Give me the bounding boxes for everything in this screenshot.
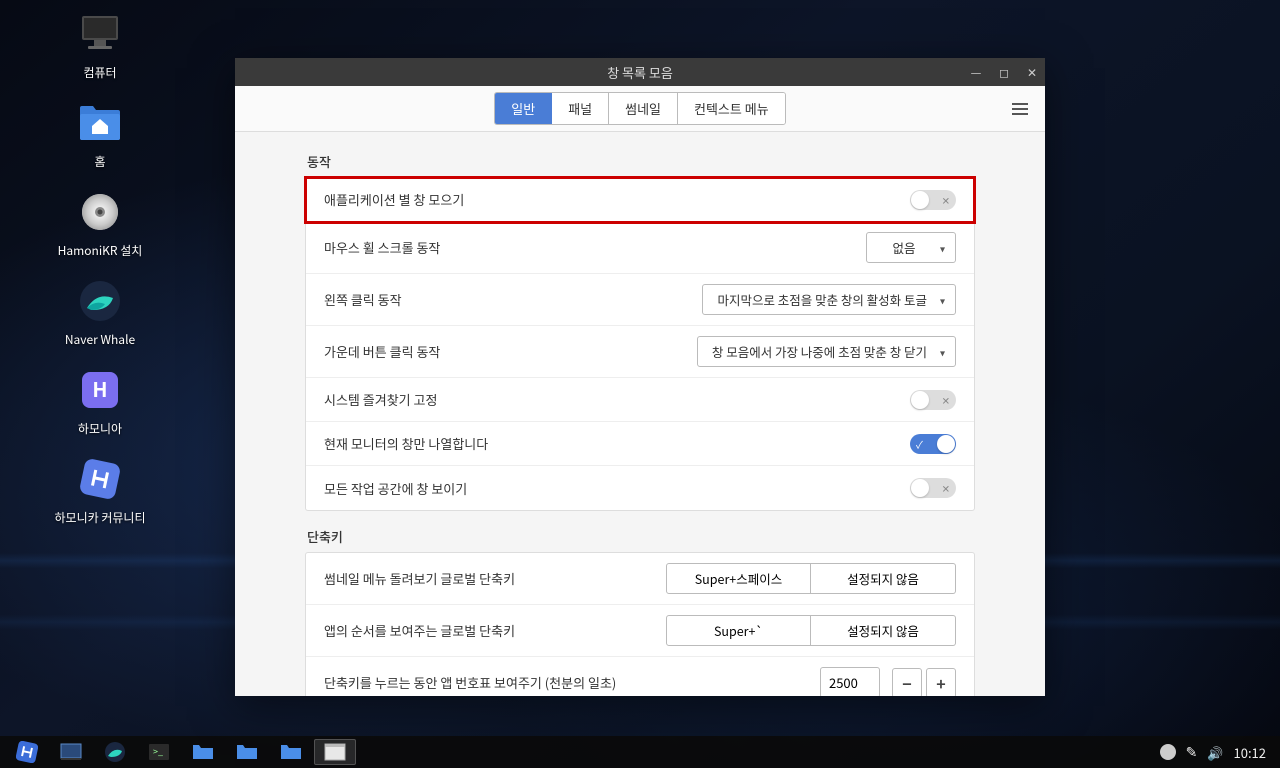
pin-favorites-toggle[interactable]: ✕ <box>910 390 956 410</box>
thumbnail-shortcut-key1[interactable]: Super+스페이스 <box>666 563 811 594</box>
taskbar-terminal[interactable]: >_ <box>138 739 180 765</box>
row-app-order-shortcut: 앱의 순서를 보여주는 글로벌 단축키 Super+` 설정되지 않음 <box>306 605 974 657</box>
desktop-icon-whale[interactable]: Naver Whale <box>35 277 165 348</box>
close-button[interactable]: ✕ <box>1025 64 1039 81</box>
taskbar-show-desktop[interactable] <box>50 739 92 765</box>
disc-icon <box>76 188 124 236</box>
window-title: 창 목록 모음 <box>607 63 673 82</box>
section-shortcuts-title: 단축키 <box>307 527 975 546</box>
system-tray: ✎ 🔊 10:12 <box>1160 742 1274 762</box>
monitor-icon <box>76 10 124 58</box>
row-thumbnail-shortcut: 썸네일 메뉴 돌려보기 글로벌 단축키 Super+스페이스 설정되지 않음 <box>306 553 974 605</box>
taskbar-settings-window[interactable] <box>314 739 356 765</box>
show-number-label: 단축키를 누르는 동안 앱 번호표 보여주기 (천분의 일초) <box>324 673 616 692</box>
taskbar: >_ ✎ 🔊 10:12 <box>0 736 1280 768</box>
tray-input-icon[interactable]: ✎ <box>1186 742 1198 762</box>
desktop-icon-installer[interactable]: HamoniKR 설치 <box>35 188 165 259</box>
thumbnail-shortcut-label: 썸네일 메뉴 돌려보기 글로벌 단축키 <box>324 569 515 588</box>
behavior-panel: 애플리케이션 별 창 모으기 ✕ 마우스 휠 스크롤 동작 없음 왼쪽 클릭 동… <box>305 177 975 511</box>
taskbar-files-2[interactable] <box>226 739 268 765</box>
row-middle-click: 가운데 버튼 클릭 동작 창 모음에서 가장 나중에 초점 맞춘 창 닫기 <box>306 326 974 378</box>
mouse-wheel-label: 마우스 휠 스크롤 동작 <box>324 238 440 257</box>
desktop-icon-label: 홈 <box>94 153 105 170</box>
all-workspaces-label: 모든 작업 공간에 창 보이기 <box>324 479 467 498</box>
desktop-icon-label: 하모니카 커뮤니티 <box>54 509 145 526</box>
group-by-app-label: 애플리케이션 별 창 모으기 <box>324 190 464 209</box>
hamonia-icon: H <box>76 366 124 414</box>
row-pin-favorites: 시스템 즐겨찾기 고정 ✕ <box>306 378 974 422</box>
folder-home-icon <box>76 99 124 147</box>
desktop-icons-area: 컴퓨터 홈 HamoniKR 설치 Naver Whale H 하모니아 하모니… <box>0 10 200 526</box>
app-order-shortcut-key2[interactable]: 설정되지 않음 <box>811 615 956 646</box>
group-by-app-toggle[interactable]: ✕ <box>910 190 956 210</box>
desktop-icon-hamonia[interactable]: H 하모니아 <box>35 366 165 437</box>
desktop-icon-label: 하모니아 <box>78 420 122 437</box>
spinner-increment-button[interactable]: + <box>926 668 956 697</box>
hamburger-menu-button[interactable] <box>1009 98 1031 120</box>
minimize-button[interactable]: — <box>969 64 983 81</box>
middle-click-dropdown[interactable]: 창 모음에서 가장 나중에 초점 맞춘 창 닫기 <box>697 336 956 367</box>
svg-text:>_: >_ <box>153 745 163 758</box>
middle-click-label: 가운데 버튼 클릭 동작 <box>324 342 440 361</box>
all-workspaces-toggle[interactable]: ✕ <box>910 478 956 498</box>
row-group-by-app: 애플리케이션 별 창 모으기 ✕ <box>306 178 974 222</box>
desktop-icon-community[interactable]: 하모니카 커뮤니티 <box>35 455 165 526</box>
mouse-wheel-dropdown[interactable]: 없음 <box>866 232 956 263</box>
left-click-label: 왼쪽 클릭 동작 <box>324 290 402 309</box>
desktop-icon-label: HamoniKR 설치 <box>58 242 143 259</box>
tab-context-menu[interactable]: 컨텍스트 메뉴 <box>678 93 785 124</box>
desktop-icon-home[interactable]: 홈 <box>35 99 165 170</box>
spinner-decrement-button[interactable]: − <box>892 668 922 697</box>
taskbar-files-3[interactable] <box>270 739 312 765</box>
tab-general[interactable]: 일반 <box>495 93 552 124</box>
current-monitor-toggle[interactable]: ✓ <box>910 434 956 454</box>
taskbar-whale[interactable] <box>94 739 136 765</box>
window-titlebar[interactable]: 창 목록 모음 — ◻ ✕ <box>235 58 1045 86</box>
taskbar-items: >_ <box>6 739 356 765</box>
section-behavior-title: 동작 <box>307 152 975 171</box>
row-all-workspaces: 모든 작업 공간에 창 보이기 ✕ <box>306 466 974 510</box>
show-number-value-input[interactable] <box>820 667 880 696</box>
maximize-button[interactable]: ◻ <box>997 64 1011 81</box>
current-monitor-label: 현재 모니터의 창만 나열합니다 <box>324 434 488 453</box>
row-current-monitor: 현재 모니터의 창만 나열합니다 ✓ <box>306 422 974 466</box>
pin-favorites-label: 시스템 즐겨찾기 고정 <box>324 390 437 409</box>
taskbar-files-1[interactable] <box>182 739 224 765</box>
community-icon <box>76 455 124 503</box>
thumbnail-shortcut-key2[interactable]: 설정되지 않음 <box>811 563 956 594</box>
desktop-icon-computer[interactable]: 컴퓨터 <box>35 10 165 81</box>
tabs-toolbar: 일반 패널 썸네일 컨텍스트 메뉴 <box>235 86 1045 132</box>
row-left-click: 왼쪽 클릭 동작 마지막으로 초점을 맞춘 창의 활성화 토글 <box>306 274 974 326</box>
desktop-icon-label: Naver Whale <box>65 331 135 348</box>
settings-content: 동작 애플리케이션 별 창 모으기 ✕ 마우스 휠 스크롤 동작 없음 왼쪽 클… <box>235 132 1045 696</box>
tray-indicator-icon[interactable] <box>1160 744 1176 760</box>
tab-panel[interactable]: 패널 <box>552 93 609 124</box>
taskbar-start-button[interactable] <box>6 739 48 765</box>
row-show-number-duration: 단축키를 누르는 동안 앱 번호표 보여주기 (천분의 일초) − + <box>306 657 974 696</box>
svg-text:H: H <box>92 374 107 403</box>
app-order-shortcut-label: 앱의 순서를 보여주는 글로벌 단축키 <box>324 621 515 640</box>
whale-browser-icon <box>76 277 124 325</box>
settings-window: 창 목록 모음 — ◻ ✕ 일반 패널 썸네일 컨텍스트 메뉴 동작 애플리케이… <box>235 58 1045 696</box>
shortcuts-panel: 썸네일 메뉴 돌려보기 글로벌 단축키 Super+스페이스 설정되지 않음 앱… <box>305 552 975 696</box>
row-mouse-wheel: 마우스 휠 스크롤 동작 없음 <box>306 222 974 274</box>
desktop-icon-label: 컴퓨터 <box>83 64 116 81</box>
tab-thumbnail[interactable]: 썸네일 <box>609 93 678 124</box>
app-order-shortcut-key1[interactable]: Super+` <box>666 615 811 646</box>
tray-clock[interactable]: 10:12 <box>1234 743 1266 762</box>
left-click-dropdown[interactable]: 마지막으로 초점을 맞춘 창의 활성화 토글 <box>702 284 956 315</box>
tab-group: 일반 패널 썸네일 컨텍스트 메뉴 <box>494 92 785 125</box>
tray-volume-icon[interactable]: 🔊 <box>1207 743 1223 762</box>
